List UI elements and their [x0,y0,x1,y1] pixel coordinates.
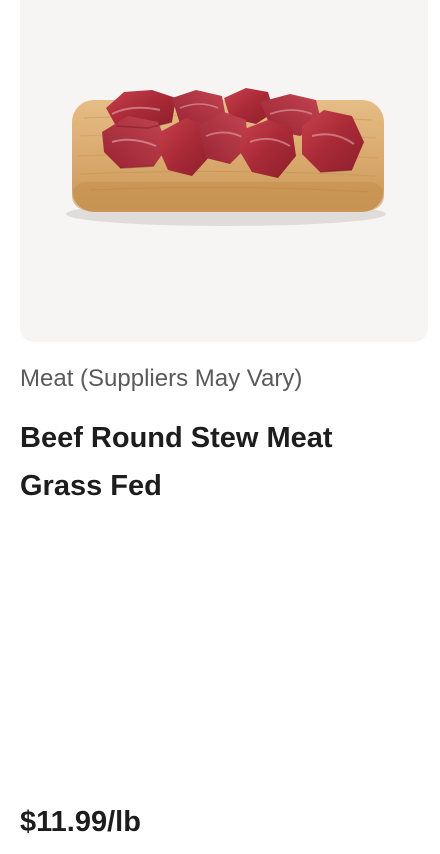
product-card[interactable]: Meat (Suppliers May Vary) Beef Round Ste… [0,0,440,854]
product-category: Meat (Suppliers May Vary) [20,365,303,392]
beef-on-cutting-board-picture [66,88,386,226]
product-image[interactable] [20,0,428,342]
product-title[interactable]: Beef Round Stew Meat Grass Fed [20,414,400,510]
product-price: $11.99/lb [20,806,141,838]
